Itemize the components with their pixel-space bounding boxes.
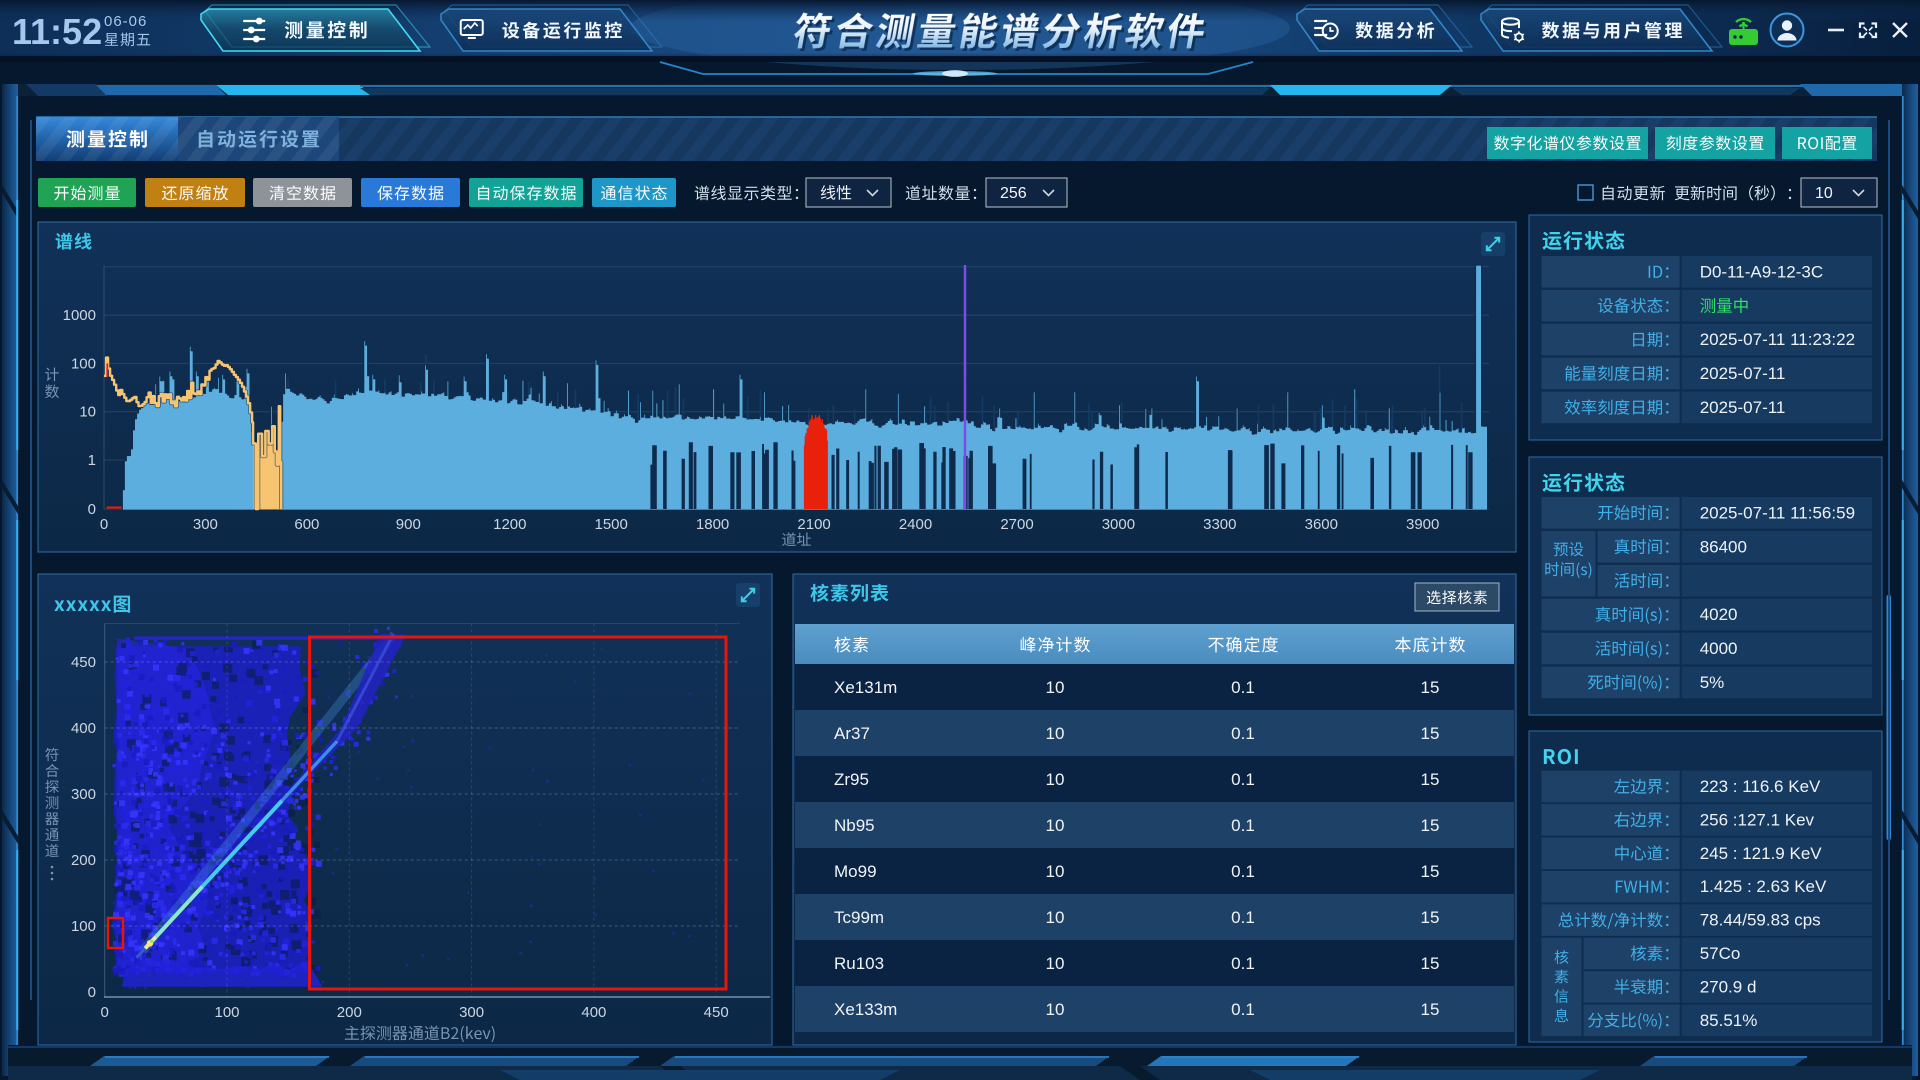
svg-text:200: 200 <box>71 852 96 869</box>
svg-text:300: 300 <box>71 786 96 803</box>
svg-text:11:52: 11:52 <box>12 11 102 52</box>
svg-text:15: 15 <box>1421 862 1440 881</box>
svg-text:1500: 1500 <box>595 516 628 533</box>
svg-text:10: 10 <box>1046 816 1065 835</box>
svg-text:10: 10 <box>1046 724 1065 743</box>
svg-text:900: 900 <box>396 516 421 533</box>
svg-text:3000: 3000 <box>1102 516 1135 533</box>
svg-text:Ar37: Ar37 <box>834 724 870 743</box>
svg-text:5%: 5% <box>1700 673 1725 692</box>
svg-text:1000: 1000 <box>63 307 96 324</box>
svg-text:10: 10 <box>1815 185 1833 202</box>
svg-text:0: 0 <box>88 984 96 1001</box>
svg-text:10: 10 <box>1046 1000 1065 1019</box>
svg-text:15: 15 <box>1421 816 1440 835</box>
svg-text:4000: 4000 <box>1700 639 1738 658</box>
svg-text:2025-07-11: 2025-07-11 <box>1700 398 1786 417</box>
svg-text:0: 0 <box>88 501 96 518</box>
svg-text:1.425 : 2.63 KeV: 1.425 : 2.63 KeV <box>1700 877 1827 896</box>
svg-text:200: 200 <box>337 1004 362 1021</box>
svg-text:15: 15 <box>1421 1000 1440 1019</box>
svg-text:Nb95: Nb95 <box>834 816 875 835</box>
svg-text:2700: 2700 <box>1000 516 1033 533</box>
svg-text:Xe131m: Xe131m <box>834 678 897 697</box>
svg-text:1800: 1800 <box>696 516 729 533</box>
svg-text:0.1: 0.1 <box>1231 1000 1255 1019</box>
svg-text:0: 0 <box>101 1004 109 1021</box>
svg-text:0.1: 0.1 <box>1231 678 1255 697</box>
svg-text:400: 400 <box>581 1004 606 1021</box>
svg-text:100: 100 <box>71 918 96 935</box>
svg-text:15: 15 <box>1421 724 1440 743</box>
svg-text:300: 300 <box>459 1004 484 1021</box>
svg-text:15: 15 <box>1421 678 1440 697</box>
svg-text:10: 10 <box>1046 770 1065 789</box>
svg-text:10: 10 <box>1046 954 1065 973</box>
svg-text:4020: 4020 <box>1700 605 1738 624</box>
svg-text:3300: 3300 <box>1203 516 1236 533</box>
svg-text:245 : 121.9 KeV: 245 : 121.9 KeV <box>1700 844 1823 863</box>
svg-text:D0-11-A9-12-3C: D0-11-A9-12-3C <box>1700 262 1823 281</box>
svg-text:300: 300 <box>193 516 218 533</box>
svg-text:0.1: 0.1 <box>1231 908 1255 927</box>
svg-text:0.1: 0.1 <box>1231 954 1255 973</box>
svg-text:0.1: 0.1 <box>1231 770 1255 789</box>
svg-text:10: 10 <box>1046 862 1065 881</box>
svg-text:1: 1 <box>88 452 96 469</box>
svg-text:600: 600 <box>294 516 319 533</box>
svg-text:100: 100 <box>214 1004 239 1021</box>
svg-text:0.1: 0.1 <box>1231 862 1255 881</box>
svg-text:1200: 1200 <box>493 516 526 533</box>
svg-text:06-06: 06-06 <box>104 13 147 30</box>
svg-text:Mo99: Mo99 <box>834 862 877 881</box>
svg-text:450: 450 <box>71 654 96 671</box>
svg-text:2100: 2100 <box>797 516 830 533</box>
svg-text:Zr95: Zr95 <box>834 770 869 789</box>
svg-text:Xe133m: Xe133m <box>834 1000 897 1019</box>
svg-text:10: 10 <box>1046 908 1065 927</box>
svg-text:15: 15 <box>1421 908 1440 927</box>
svg-text:2025-07-11 11:23:22: 2025-07-11 11:23:22 <box>1700 330 1855 349</box>
svg-text:Tc99m: Tc99m <box>834 908 884 927</box>
svg-text:3600: 3600 <box>1305 516 1338 533</box>
svg-text:100: 100 <box>71 355 96 372</box>
svg-text:3900: 3900 <box>1406 516 1439 533</box>
svg-text:2025-07-11 11:56:59: 2025-07-11 11:56:59 <box>1700 503 1855 522</box>
svg-text:223 : 116.6 KeV: 223 : 116.6 KeV <box>1700 777 1821 796</box>
svg-text:10: 10 <box>79 404 96 421</box>
svg-text:2400: 2400 <box>899 516 932 533</box>
svg-text:0: 0 <box>100 516 108 533</box>
svg-text:85.51%: 85.51% <box>1700 1011 1758 1030</box>
svg-text:2025-07-11: 2025-07-11 <box>1700 364 1786 383</box>
svg-text:15: 15 <box>1421 770 1440 789</box>
svg-text:10: 10 <box>1046 678 1065 697</box>
svg-text:400: 400 <box>71 720 96 737</box>
svg-text:270.9 d: 270.9 d <box>1700 977 1757 996</box>
svg-text:256 :127.1 Kev: 256 :127.1 Kev <box>1700 810 1815 829</box>
svg-text:0.1: 0.1 <box>1231 724 1255 743</box>
svg-text:86400: 86400 <box>1700 537 1747 556</box>
svg-text:Ru103: Ru103 <box>834 954 884 973</box>
svg-text:450: 450 <box>704 1004 729 1021</box>
svg-text:57Co: 57Co <box>1700 944 1741 963</box>
svg-text:15: 15 <box>1421 954 1440 973</box>
svg-text:0.1: 0.1 <box>1231 816 1255 835</box>
svg-text:78.44/59.83 cps: 78.44/59.83 cps <box>1700 911 1821 930</box>
svg-text:256: 256 <box>1000 185 1027 202</box>
